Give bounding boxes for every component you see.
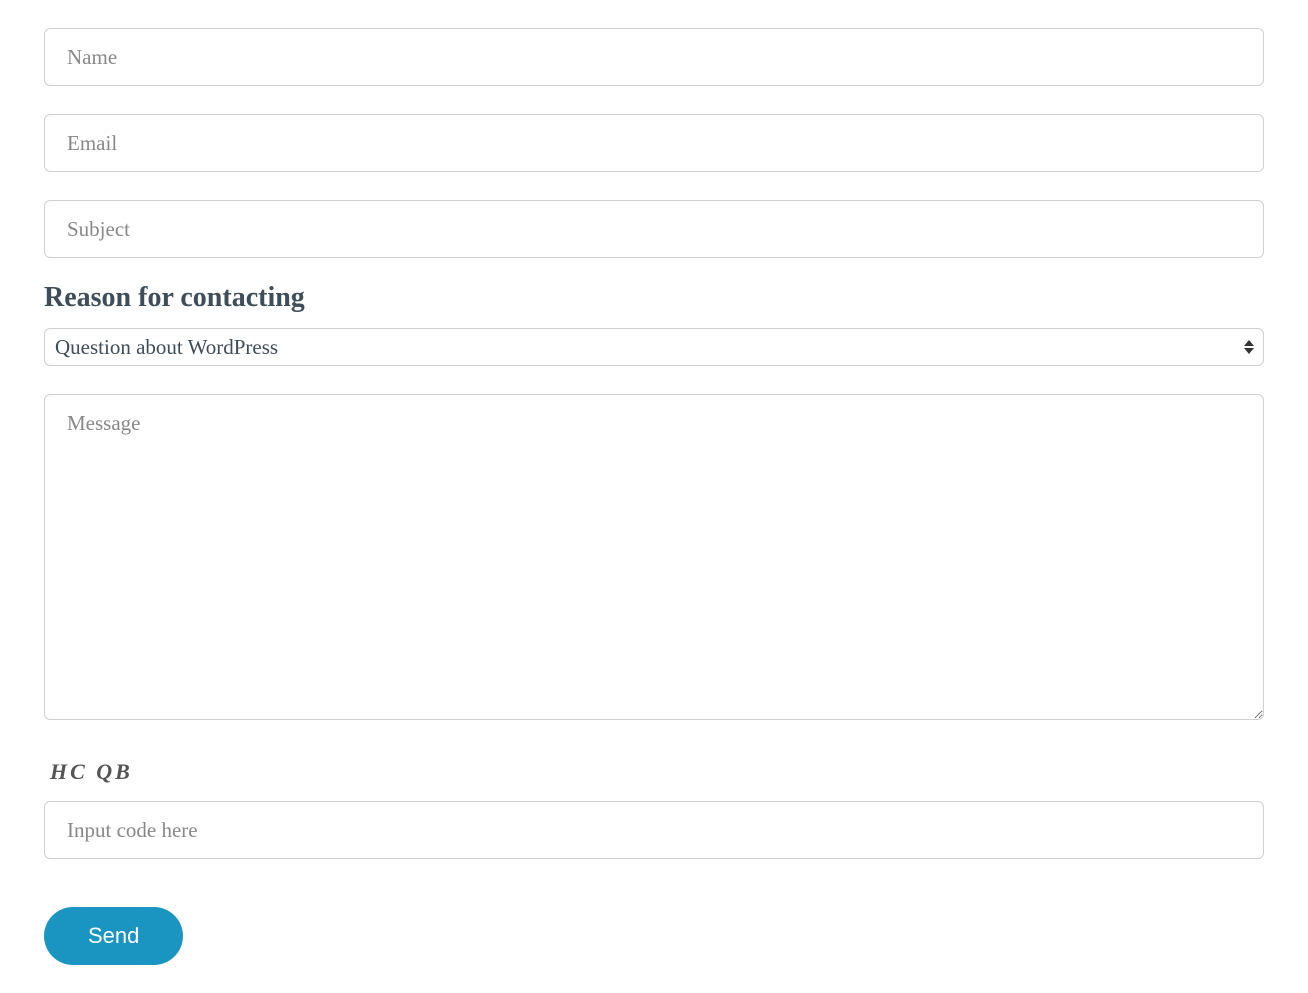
captcha-input[interactable] xyxy=(44,801,1264,859)
captcha-image: HC QB xyxy=(50,759,133,785)
subject-input[interactable] xyxy=(44,200,1264,258)
send-button[interactable]: Send xyxy=(44,907,183,965)
contact-form: Reason for contacting Question about Wor… xyxy=(44,28,1264,965)
reason-select-wrapper: Question about WordPress xyxy=(44,328,1264,366)
reason-select[interactable]: Question about WordPress xyxy=(44,328,1264,366)
reason-label: Reason for contacting xyxy=(44,282,1264,314)
name-input[interactable] xyxy=(44,28,1264,86)
message-textarea[interactable] xyxy=(44,394,1264,720)
email-input[interactable] xyxy=(44,114,1264,172)
